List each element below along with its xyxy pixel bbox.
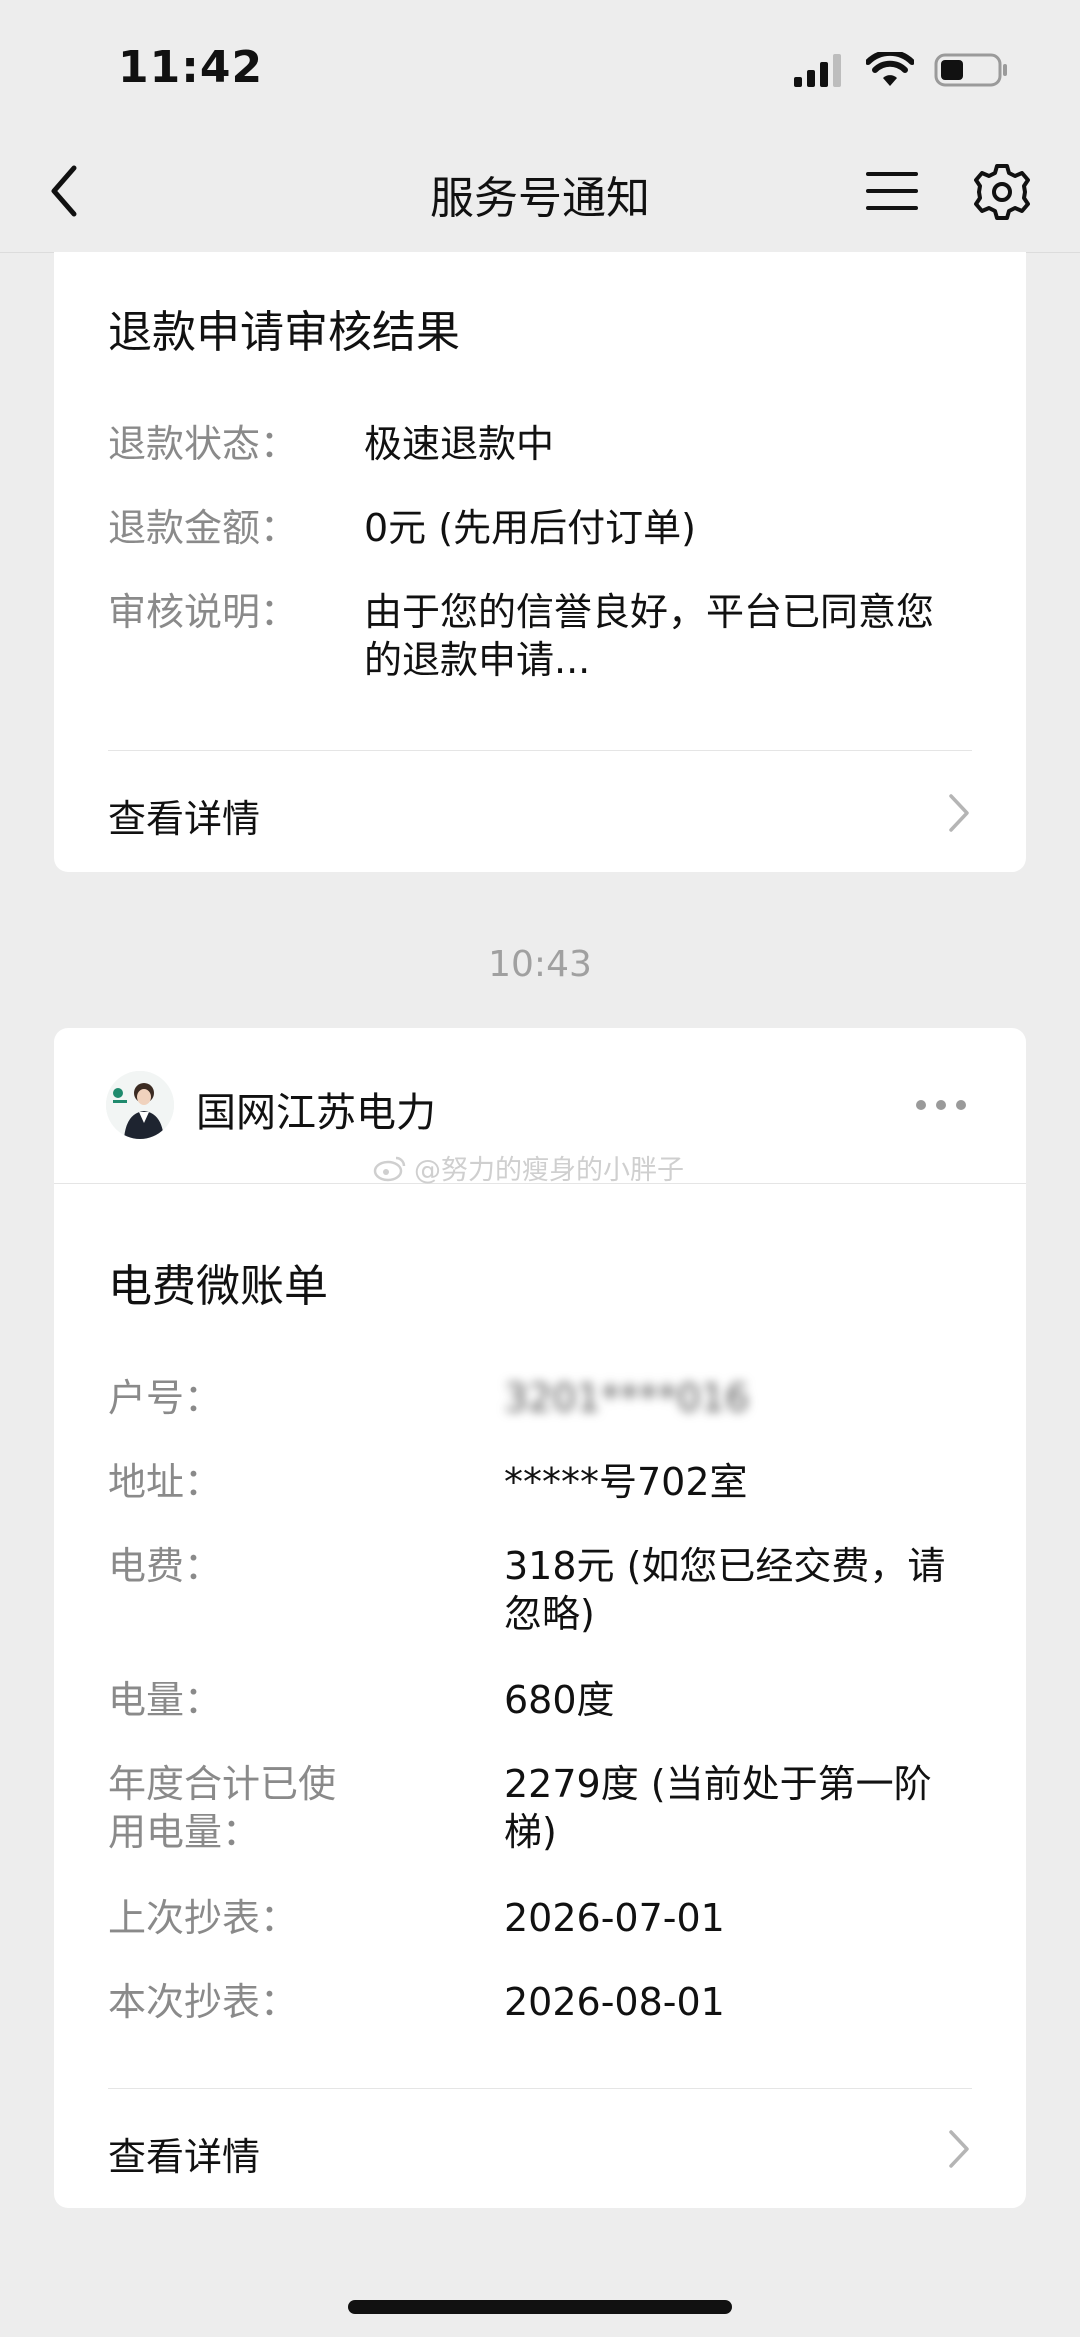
row-value: 680度	[504, 1678, 615, 1722]
refund-card: 退款申请审核结果 退款状态： 极速退款中 退款金额： 0元 (先用后付订单) 审…	[54, 252, 1026, 872]
divider	[108, 750, 972, 751]
message-timestamp: 10:43	[488, 944, 592, 985]
row-value: 由于您的信誉良好，平台已同意您的退款申请...	[364, 590, 935, 682]
card-title: 电费微账单	[108, 1261, 328, 1312]
more-icon[interactable]	[914, 1098, 968, 1112]
row-value: 2026-07-01	[504, 1896, 725, 1940]
row-value: *****号702室	[504, 1460, 748, 1504]
view-details-link[interactable]: 查看详情	[108, 2126, 260, 2181]
row-label: 审核说明：	[108, 590, 299, 634]
row-value: 318元 (如您已经交费，请忽略)	[504, 1544, 946, 1636]
battery-icon	[934, 53, 1007, 87]
row-value: 2279度 (当前处于第一阶梯)	[504, 1762, 932, 1854]
row-value: 2026-08-01	[504, 1980, 725, 2024]
status-time: 11:42	[118, 42, 264, 93]
view-details-link[interactable]: 查看详情	[108, 788, 260, 843]
chevron-right-icon[interactable]	[946, 2128, 972, 2170]
divider	[108, 2088, 972, 2089]
row-label: 电量：	[108, 1678, 223, 1722]
status-icons	[794, 52, 1010, 88]
watermark: @努力的瘦身的小胖子	[372, 1148, 684, 1187]
row-label: 电费：	[108, 1544, 223, 1588]
home-indicator[interactable]	[348, 2300, 732, 2314]
row-label: 上次抄表：	[108, 1896, 299, 1940]
avatar[interactable]	[106, 1071, 174, 1139]
row-label: 年度合计已使用电量：	[108, 1762, 337, 1854]
weibo-icon	[373, 1156, 406, 1181]
row-label: 地址：	[108, 1460, 223, 1504]
gear-icon[interactable]	[972, 162, 1032, 222]
bill-card: 国网江苏电力 电费微账单 户号： 3201****016 地址： *****号7…	[54, 1028, 1026, 2208]
chevron-right-icon[interactable]	[946, 792, 972, 834]
row-label: 本次抄表：	[108, 1980, 299, 2024]
row-value: 极速退款中	[364, 422, 555, 466]
avatar-icon	[106, 1071, 174, 1139]
top-bar: 11:42 服务号通知	[0, 0, 1080, 253]
row-label: 退款金额：	[108, 506, 299, 550]
row-value: 0元 (先用后付订单)	[364, 506, 696, 550]
row-label: 户号：	[108, 1376, 223, 1420]
signal-icon	[794, 54, 841, 87]
wifi-icon	[866, 52, 914, 86]
account-name[interactable]: 国网江苏电力	[196, 1080, 436, 1138]
card-title: 退款申请审核结果	[108, 307, 460, 358]
row-value: 3201****016	[504, 1374, 974, 1422]
redacted-account-number: 3201****016	[504, 1376, 750, 1420]
menu-icon[interactable]	[864, 170, 920, 212]
watermark-text: @努力的瘦身的小胖子	[414, 1155, 684, 1186]
row-label: 退款状态：	[108, 422, 299, 466]
